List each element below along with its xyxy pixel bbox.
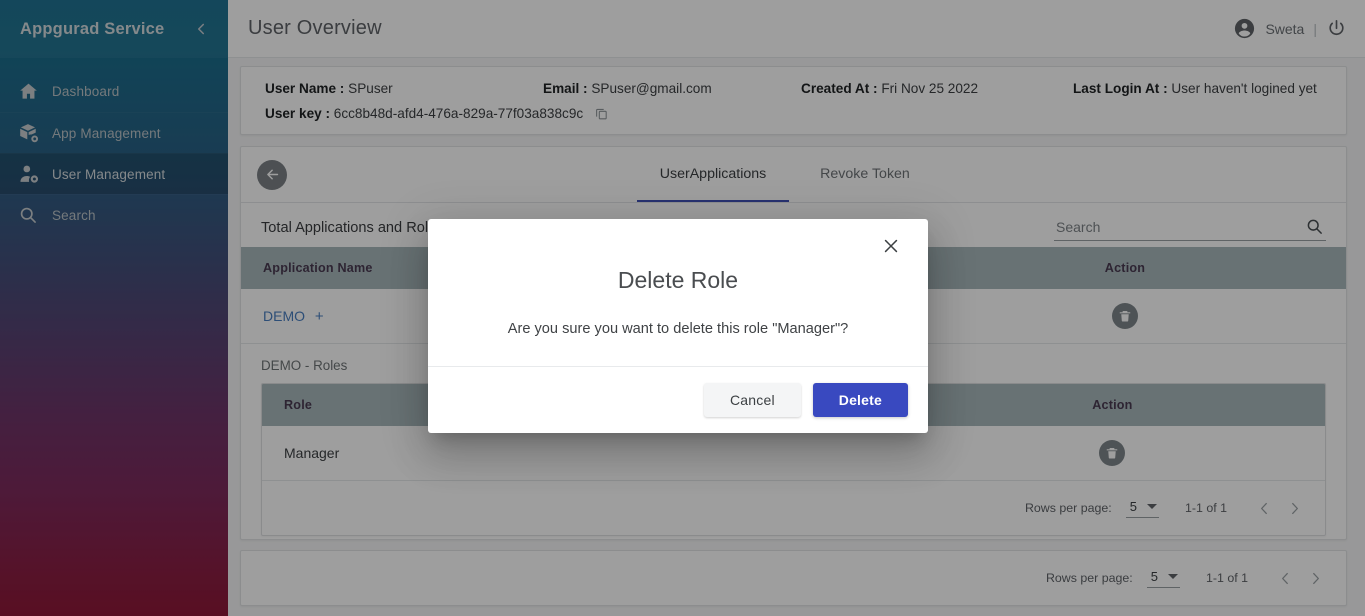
dialog-title: Delete Role xyxy=(617,267,739,293)
cancel-button[interactable]: Cancel xyxy=(703,383,801,417)
close-icon xyxy=(881,236,901,256)
delete-role-dialog: Delete Role Are you sure you want to del… xyxy=(428,219,928,433)
app-root: Appgurad Service Dashboard App Managemen… xyxy=(0,0,1365,616)
dialog-message: Are you sure you want to delete this rol… xyxy=(507,321,849,337)
close-button[interactable] xyxy=(878,233,904,259)
confirm-delete-button[interactable]: Delete xyxy=(812,383,908,417)
dialog-actions: Cancel Delete xyxy=(428,366,928,433)
